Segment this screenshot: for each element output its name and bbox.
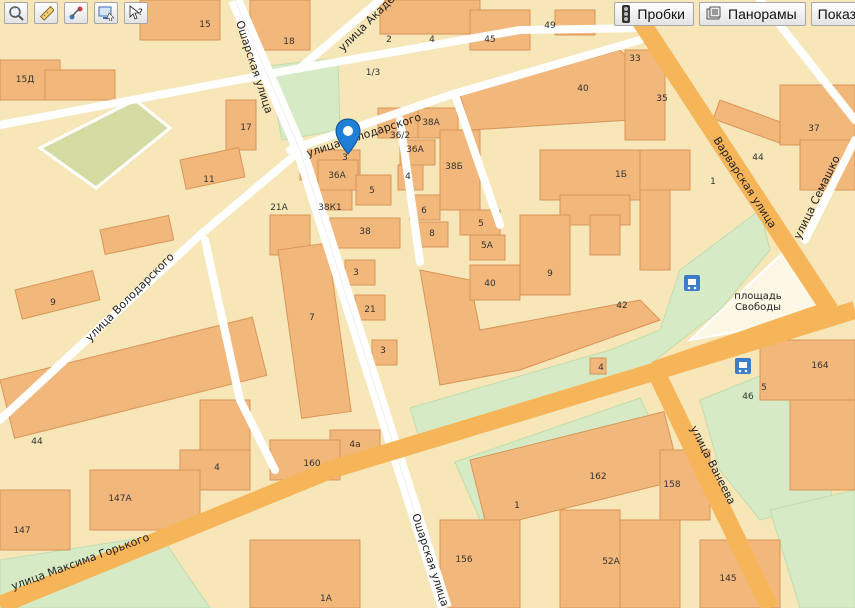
building [639, 149, 691, 191]
house-number: 6 [421, 206, 427, 216]
panoramas-button[interactable]: Панорамы [699, 2, 806, 26]
monitor-tool-button[interactable] [94, 2, 118, 24]
map-tools: ? [4, 2, 148, 24]
house-number: 4 [405, 172, 411, 182]
house-number: 21 [364, 305, 375, 315]
building [44, 69, 116, 101]
bus-stop-icon[interactable] [684, 275, 700, 291]
svg-text:?: ? [138, 8, 143, 18]
building [789, 399, 855, 491]
house-number: 3 [380, 346, 386, 356]
show-button[interactable]: Показ [810, 2, 855, 26]
house-number: 5 [369, 186, 375, 196]
house-number: 2 [386, 35, 392, 45]
house-number: 5 [761, 383, 767, 393]
question-cursor-icon: ? [129, 5, 143, 20]
house-number: 145 [719, 574, 736, 584]
house-number: 1А [320, 594, 333, 604]
house-number: 158 [663, 480, 680, 490]
house-number: 147 [13, 526, 30, 536]
house-number: 44 [31, 437, 43, 447]
house-number: 4а [349, 440, 360, 450]
house-number: 5А [481, 241, 494, 251]
house-number: 35 [656, 94, 667, 104]
house-number: 36А [406, 145, 424, 155]
bus-stop-icon[interactable] [735, 358, 751, 374]
traffic-button-label: Пробки [637, 6, 686, 22]
building [589, 214, 621, 256]
house-number: 7 [309, 313, 315, 323]
ruler-icon [39, 5, 54, 21]
house-number: 1Б [615, 170, 627, 180]
house-number: 164 [811, 361, 828, 371]
house-number: 4 [214, 463, 220, 473]
house-number: 11 [203, 175, 214, 185]
building [619, 519, 681, 608]
zoom-tool-button[interactable] [4, 2, 28, 24]
house-number: 3 [353, 268, 359, 278]
house-number: 162 [589, 472, 606, 482]
house-number: 1 [710, 177, 716, 187]
building [639, 189, 671, 271]
house-number: 42 [616, 301, 627, 311]
magnifier-icon [9, 6, 24, 21]
layer-toggles: Пробки Панорамы Показ [614, 2, 855, 26]
house-number: 46 [742, 392, 754, 402]
building [779, 84, 855, 146]
location-pin-icon[interactable] [335, 118, 361, 158]
house-number: 156 [455, 555, 472, 565]
house-number: 15 [199, 20, 210, 30]
show-button-label: Показ [817, 6, 855, 22]
building [759, 339, 855, 401]
house-number: 37 [808, 124, 819, 134]
panorama-icon [706, 6, 721, 20]
house-number: 160 [303, 459, 320, 469]
city-map[interactable]: Ошарская улица Ошарская улица улица Акад… [0, 0, 855, 608]
route-icon [69, 6, 83, 20]
building [379, 0, 481, 35]
house-number: 4 [598, 363, 604, 373]
building [344, 259, 376, 286]
square-label-line-2: Свободы [735, 302, 781, 313]
building [0, 489, 71, 551]
route-tool-button[interactable] [64, 2, 88, 24]
house-number: 52А [602, 557, 620, 567]
house-number: 38А [422, 118, 440, 128]
house-number: 38К1 [318, 203, 342, 213]
help-tool-button[interactable]: ? [124, 2, 148, 24]
house-number: 45 [484, 35, 495, 45]
house-number: 40 [484, 279, 496, 289]
house-number: 38Б [445, 162, 463, 172]
house-number: 4 [429, 35, 435, 45]
house-number: 5 [478, 219, 484, 229]
house-number: 17 [240, 123, 251, 133]
house-number: 36/2 [390, 131, 410, 141]
house-number: 18 [283, 37, 295, 47]
square-label: площадь Свободы [734, 291, 782, 313]
house-number: 40 [577, 84, 589, 94]
ruler-tool-button[interactable] [34, 2, 58, 24]
house-number: 38 [359, 227, 371, 237]
building [249, 539, 361, 608]
house-number: 44 [752, 153, 764, 163]
house-number: 49 [544, 21, 556, 31]
square-label-line-1: площадь [734, 291, 782, 302]
building [439, 519, 521, 608]
house-number: 9 [547, 269, 553, 279]
building [519, 214, 571, 296]
house-number: 33 [629, 54, 640, 64]
house-number: 15Д [16, 75, 34, 85]
house-number: 36А [328, 171, 346, 181]
house-number: 147А [108, 494, 132, 504]
traffic-button[interactable]: Пробки [614, 2, 695, 26]
house-number: 9 [50, 298, 56, 308]
traffic-light-icon [622, 5, 631, 23]
house-number: 21А [270, 203, 288, 213]
house-number: 1/3 [366, 68, 380, 78]
panoramas-button-label: Панорамы [728, 6, 797, 22]
house-number: 1 [514, 501, 520, 511]
monitor-icon [98, 6, 114, 21]
house-number: 8 [429, 229, 435, 239]
